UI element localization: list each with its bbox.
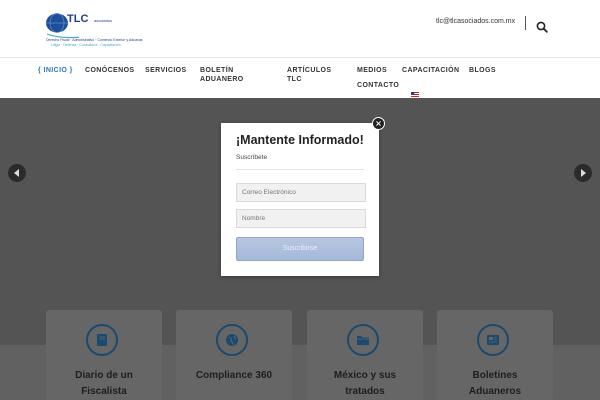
us-flag-icon[interactable] [411,82,419,97]
nav-divider [0,57,600,58]
book-icon [97,334,107,346]
card-title-line1: Boletines [472,370,518,381]
close-icon[interactable]: × [372,117,385,130]
subscribe-button[interactable]: Suscribirse [236,237,364,261]
card-title: Diario de un Fiscalista [46,368,162,400]
card-boletines-aduaneros[interactable]: Boletines Aduaneros [437,310,553,400]
card-title-line2: Fiscalista [81,386,127,397]
nav-item-servicios[interactable]: SERVICIOS [145,66,187,75]
card-title: Boletines Aduaneros [437,368,553,400]
nav-item-boletin-aduanero[interactable]: BOLETÍN ADUANERO [200,66,244,84]
nav-item-blogs[interactable]: BLOGS [469,66,496,75]
logo-brand: TLC [67,13,89,25]
nav-item-conocenos[interactable]: CONÓCENOS [85,66,135,75]
card-title-line1: México y sus [333,370,397,381]
logo-brand-sub: asociados [94,18,113,23]
nav-item-label-line2: ADUANERO [200,76,244,83]
card-title-line2: tratados [345,386,385,397]
card-title-line1: Compliance 360 [195,370,273,381]
search-icon[interactable] [536,18,548,33]
subscribe-modal: ¡Mantente Informado! Suscríbete Suscribi… [221,123,379,276]
name-field[interactable] [236,209,366,228]
chevron-right-icon [581,169,586,177]
card-mexico-tratados[interactable]: México y sus tratados [307,310,423,400]
nav-item-inicio[interactable]: { INICIO } [38,66,73,75]
nav-item-medios[interactable]: MEDIOS [357,66,387,75]
card-title: Compliance 360 [176,368,292,384]
nav-item-articulos-tlc[interactable]: ARTÍCULOS TLC [287,66,331,84]
nav-item-contacto[interactable]: CONTACTO [357,81,399,90]
nav-item-label-line1: BOLETÍN [200,67,234,74]
card-icon-ring [216,324,248,356]
card-title-line1: Diario de un [75,370,133,381]
nav-item-label-line2: TLC [287,76,302,83]
logo-tagline-2: Litigio · Defensa · Consultoría · Capaci… [51,43,121,47]
card-diario-fiscalista[interactable]: Diario de un Fiscalista [46,310,162,400]
globe-icon [226,334,238,346]
modal-title: ¡Mantente Informado! [236,133,364,147]
slider-next-button[interactable] [574,164,592,182]
header-email-link[interactable]: tlc@tlcasociados.com.mx [436,18,515,25]
folder-icon [357,336,369,345]
nav-item-label-line1: ARTÍCULOS [287,67,332,74]
card-icon-ring [347,324,379,356]
modal-subtitle: Suscríbete [236,154,268,161]
modal-divider [236,169,364,170]
card-icon-ring [86,324,118,356]
site-header: TLC asociados Derecho Fiscal · Administr… [0,0,600,57]
header-divider [525,16,526,30]
logo-tagline-1: Derecho Fiscal · Administrativo · Comerc… [46,38,143,42]
card-title: México y sus tratados [307,368,423,400]
newspaper-icon [487,335,499,345]
card-compliance-360[interactable]: Compliance 360 [176,310,292,400]
slider-prev-button[interactable] [8,164,26,182]
site-logo[interactable]: TLC asociados Derecho Fiscal · Administr… [45,12,143,48]
card-title-line2: Aduaneros [468,386,522,397]
card-icon-ring [477,324,509,356]
email-field[interactable] [236,183,366,202]
nav-item-capacitacion[interactable]: CAPACITACIÓN [402,66,459,75]
chevron-left-icon [14,169,19,177]
